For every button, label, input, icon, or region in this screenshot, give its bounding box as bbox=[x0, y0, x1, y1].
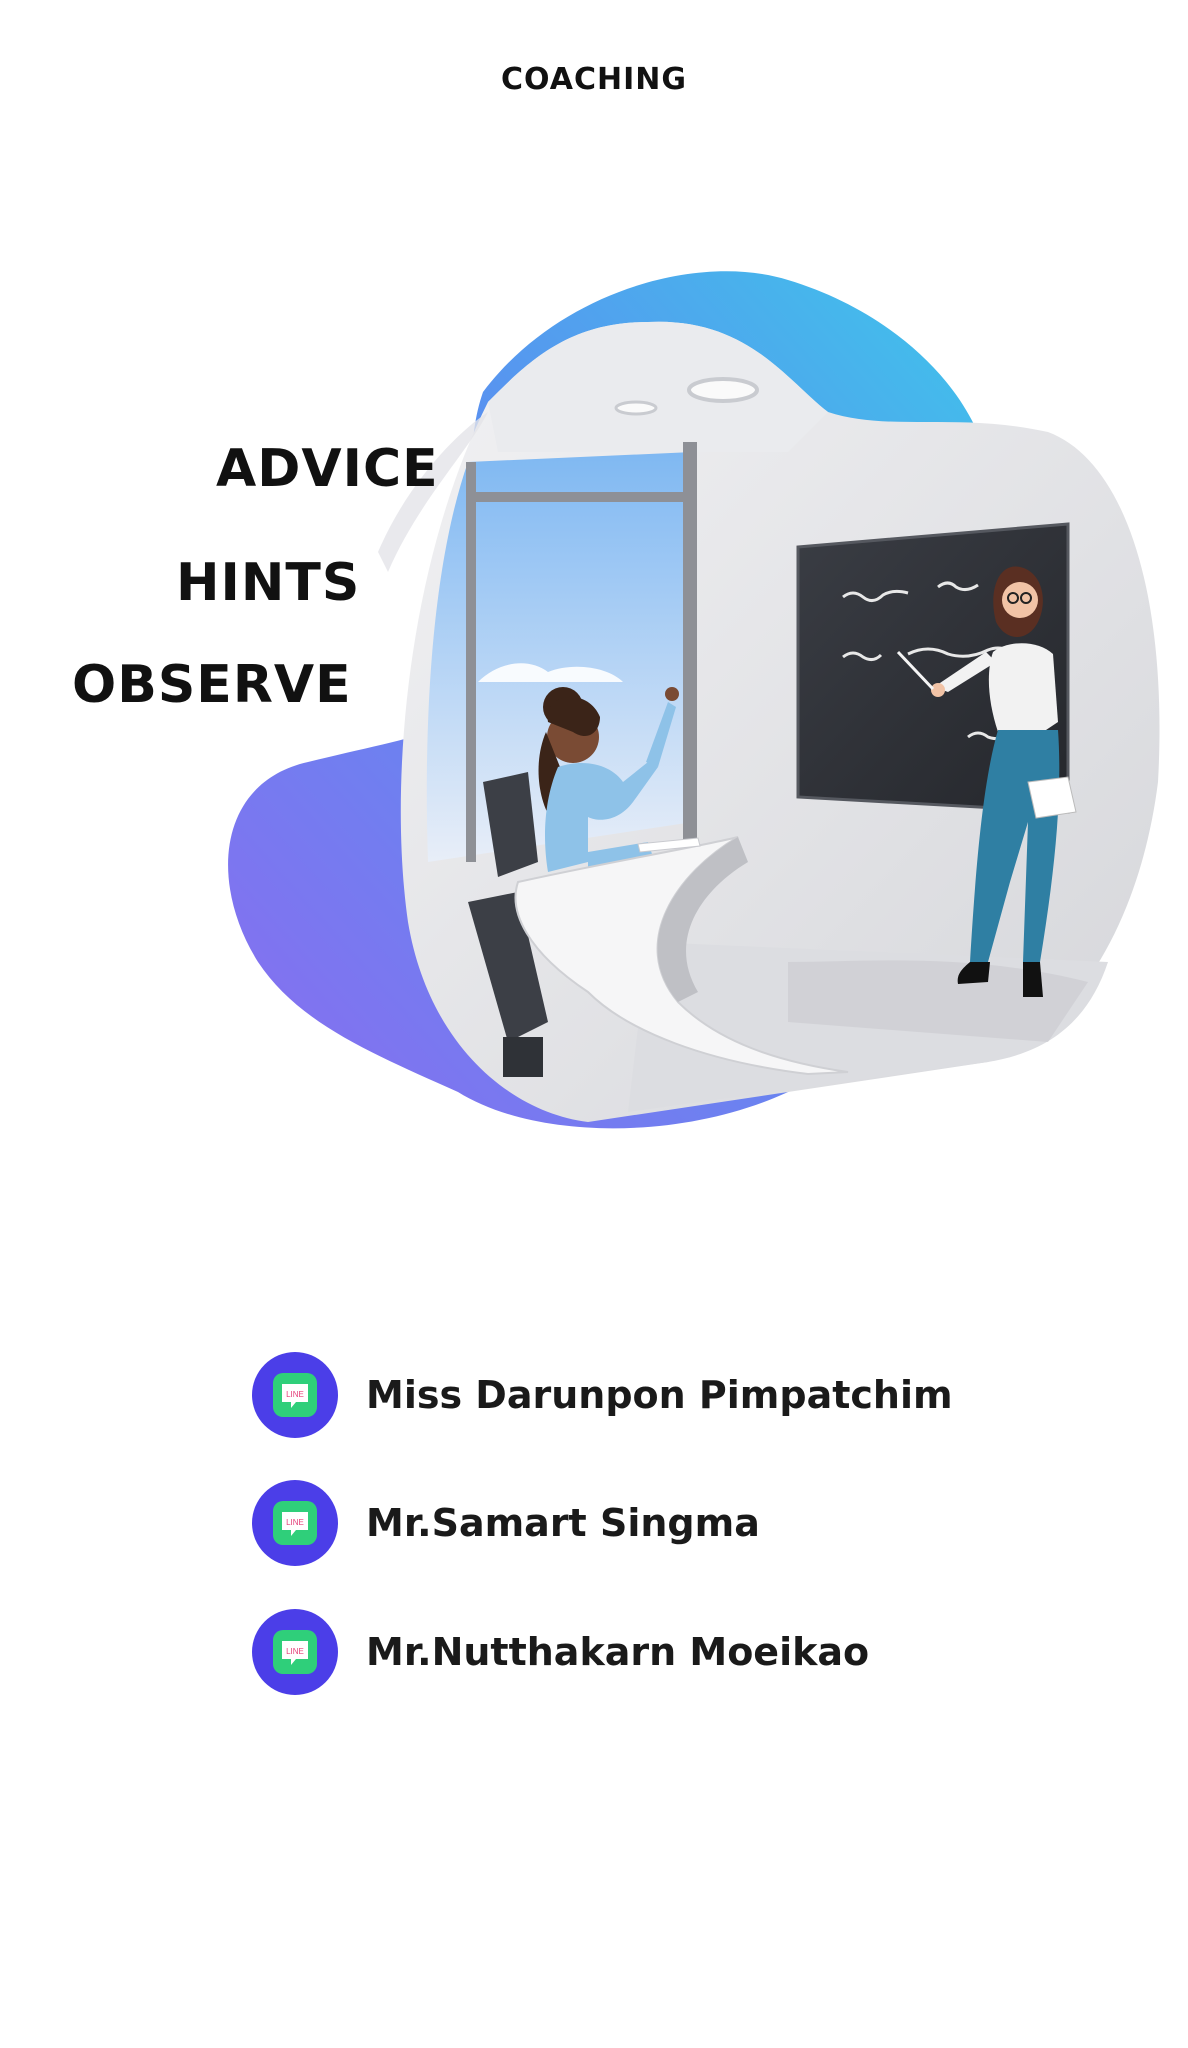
line-app-icon[interactable]: LINE bbox=[252, 1480, 338, 1566]
line-icon-label: LINE bbox=[286, 1518, 304, 1527]
contact-name[interactable]: Mr.Samart Singma bbox=[366, 1501, 760, 1545]
line-icon-label: LINE bbox=[286, 1390, 304, 1399]
contact-name[interactable]: Mr.Nutthakarn Moeikao bbox=[366, 1630, 869, 1674]
contact-item[interactable]: LINE Mr.Samart Singma bbox=[252, 1478, 760, 1568]
page-title: COACHING bbox=[501, 62, 687, 97]
keyword-advice: ADVICE bbox=[216, 439, 439, 499]
keyword-hints: HINTS bbox=[176, 553, 361, 613]
line-icon-label: LINE bbox=[286, 1647, 304, 1656]
contact-item[interactable]: LINE Miss Darunpon Pimpatchim bbox=[252, 1350, 953, 1440]
coaching-illustration bbox=[228, 271, 1160, 1129]
line-app-icon[interactable]: LINE bbox=[252, 1609, 338, 1695]
contact-name[interactable]: Miss Darunpon Pimpatchim bbox=[366, 1373, 953, 1417]
line-app-icon[interactable]: LINE bbox=[252, 1352, 338, 1438]
keyword-observe: OBSERVE bbox=[72, 655, 352, 715]
contact-item[interactable]: LINE Mr.Nutthakarn Moeikao bbox=[252, 1607, 869, 1697]
